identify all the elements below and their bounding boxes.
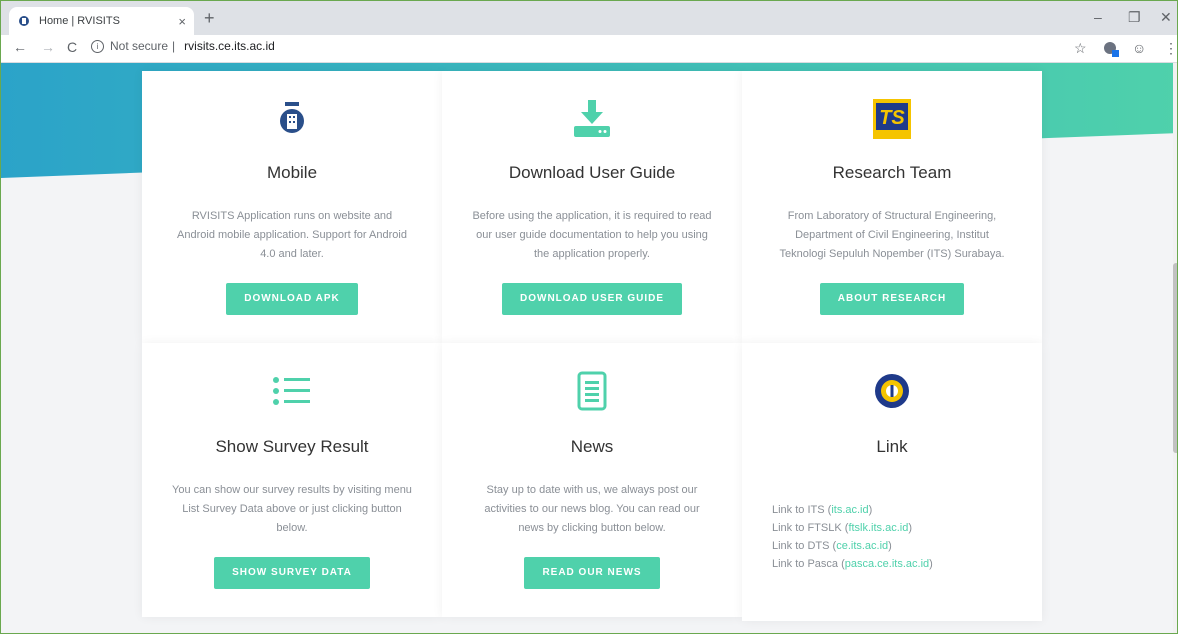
card-title: Mobile — [266, 163, 318, 182]
read-our-news-button[interactable]: READ OUR NEWS — [524, 557, 660, 589]
card-description: You can show our survey results by visit… — [172, 484, 412, 534]
window-close-icon[interactable]: ✕ — [1160, 9, 1172, 26]
link-item: Link to FTSLK (ftslk.its.ac.id) — [772, 519, 1042, 537]
tab-strip: Home | RVISITS × + – ❐ ✕ — [1, 1, 1177, 35]
card-title: Research Team — [832, 163, 952, 182]
restore-icon[interactable]: ❐ — [1128, 9, 1141, 26]
link-paren-close: ) — [908, 522, 913, 534]
its-emblem-icon — [742, 371, 1042, 411]
document-icon — [442, 371, 742, 411]
address-separator: | — [172, 39, 176, 53]
card-title: Show Survey Result — [215, 437, 369, 456]
pasca-link[interactable]: pasca.ce.its.ac.id — [845, 558, 929, 570]
address-toolbar: ← → C i Not secure | rvisits.ce.its.ac.i… — [1, 35, 1177, 63]
link-label: Link to ITS — [772, 504, 828, 516]
link-list: Link to ITS (its.ac.id) Link to FTSLK (f… — [742, 501, 1042, 573]
show-survey-data-button[interactable]: SHOW SURVEY DATA — [214, 557, 370, 589]
ftslk-link[interactable]: ftslk.its.ac.id — [848, 522, 908, 534]
card-mobile: Mobile RVISITS Application runs on websi… — [142, 71, 442, 343]
link-paren-close: ) — [929, 558, 933, 570]
link-item: Link to DTS (ce.its.ac.id) — [772, 537, 1042, 555]
download-user-guide-button[interactable]: DOWNLOAD USER GUIDE — [502, 283, 682, 315]
link-label: Link to FTSLK — [772, 522, 845, 534]
card-title: News — [570, 437, 614, 456]
extension-icon[interactable] — [1102, 40, 1120, 58]
menu-dots-icon[interactable]: ⋮ — [1164, 40, 1177, 57]
link-item: Link to Pasca (pasca.ce.its.ac.id) — [772, 555, 1042, 573]
address-bar[interactable]: i Not secure | rvisits.ce.its.ac.id — [91, 39, 275, 53]
site-favicon-icon — [19, 16, 29, 26]
link-label: Link to Pasca — [772, 558, 842, 570]
new-tab-button[interactable]: + — [204, 8, 215, 29]
tab-close-icon[interactable]: × — [178, 14, 186, 29]
about-research-button[interactable]: ABOUT RESEARCH — [819, 283, 965, 315]
browser-window: Home | RVISITS × + – ❐ ✕ ← → C i Not sec… — [0, 0, 1178, 634]
tab-title: Home | RVISITS — [39, 15, 120, 27]
rvisits-logo-icon — [142, 99, 442, 139]
link-label: Link to DTS — [772, 540, 833, 552]
card-title: Link — [876, 437, 908, 456]
card-description: From Laboratory of Structural Engineerin… — [779, 210, 1005, 260]
url-text: rvisits.ce.its.ac.id — [184, 39, 275, 53]
card-description: RVISITS Application runs on website and … — [177, 210, 407, 260]
card-user-guide: Download User Guide Before using the app… — [442, 71, 742, 343]
card-link: Link Link to ITS (its.ac.id) Link to FTS… — [742, 343, 1042, 621]
reload-icon[interactable]: C — [67, 39, 77, 55]
link-paren-close: ) — [868, 504, 873, 516]
dts-link[interactable]: ce.its.ac.id — [836, 540, 888, 552]
link-paren-close: ) — [888, 540, 892, 552]
download-apk-button[interactable]: DOWNLOAD APK — [226, 283, 358, 315]
its-link[interactable]: its.ac.id — [831, 504, 868, 516]
scrollbar-thumb[interactable] — [1173, 263, 1177, 453]
page-viewport: Mobile RVISITS Application runs on websi… — [1, 63, 1177, 633]
browser-tab[interactable]: Home | RVISITS × — [9, 7, 194, 35]
list-icon — [142, 371, 442, 411]
info-icon[interactable]: i — [91, 39, 104, 53]
security-label: Not secure — [110, 39, 169, 53]
card-title: Download User Guide — [508, 163, 676, 182]
forward-icon[interactable]: → — [41, 39, 55, 55]
card-description: Stay up to date with us, we always post … — [484, 484, 700, 534]
ts-logo-icon: TS — [742, 99, 1042, 139]
account-icon[interactable]: ☺ — [1132, 40, 1146, 56]
card-survey-result: Show Survey Result You can show our surv… — [142, 343, 442, 617]
minimize-icon[interactable]: – — [1094, 9, 1102, 25]
card-description: Before using the application, it is requ… — [472, 210, 712, 260]
download-icon — [442, 99, 742, 139]
link-item: Link to ITS (its.ac.id) — [772, 501, 1042, 519]
card-research-team: TS Research Team From Laboratory of Stru… — [742, 71, 1042, 343]
svg-text:TS: TS — [879, 107, 905, 129]
card-news: News Stay up to date with us, we always … — [442, 343, 742, 617]
bookmark-star-icon[interactable]: ☆ — [1074, 40, 1087, 57]
back-icon[interactable]: ← — [13, 39, 27, 55]
